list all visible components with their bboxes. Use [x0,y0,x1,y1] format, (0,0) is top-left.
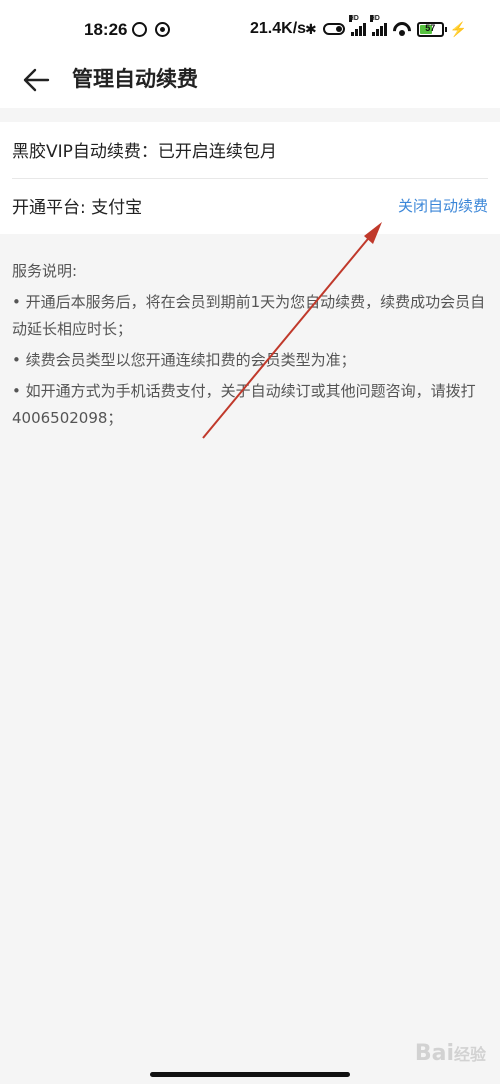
service-notes: 服务说明: • 开通后本服务后，将在会员到期前1天为您自动续费，续费成功会员自动… [12,258,490,436]
signal-strength-icon-2: HD [369,15,387,36]
notes-item: • 开通后本服务后，将在会员到期前1天为您自动续费，续费成功会员自动延长相应时长… [12,293,486,338]
close-auto-renew-link[interactable]: 关闭自动续费 [398,195,488,216]
home-indicator[interactable] [150,1072,350,1077]
back-arrow-icon[interactable] [20,64,52,96]
subscription-card: 黑胶VIP自动续费：已开启连续包月 开通平台: 支付宝 关闭自动续费 [0,122,500,234]
battery-icon: 57 [416,21,447,37]
signal-strength-icon: HD [348,15,366,36]
watermark-logo: Bai经验 [414,1041,486,1066]
header: 管理自动续费 [0,58,500,108]
wifi-icon [393,22,411,36]
bluetooth-icon: ✱ [305,20,317,37]
vibrate-toggle-icon [322,23,345,35]
status-icons: ✱ HD HD 57 ⚡ [305,15,468,40]
hd-label-2: HD [369,15,380,22]
status-bar: 18:26 21.4K/s ✱ HD HD 57 ⚡ [0,0,500,58]
platform-text: 开通平台: 支付宝 [12,198,143,218]
notes-heading: 服务说明: [12,262,78,280]
vip-status-row: 黑胶VIP自动续费：已开启连续包月 [12,122,488,179]
network-speed: 21.4K/s [250,20,307,37]
notification-app-icon [132,22,147,37]
charging-icon: ⚡ [449,20,468,37]
hd-label: HD [348,15,359,22]
notes-item: • 如开通方式为手机话费支付，关于自动续订或其他问题咨询，请拨打40065020… [12,382,476,427]
page-title: 管理自动续费 [72,67,198,91]
vip-status-text: 黑胶VIP自动续费：已开启连续包月 [12,142,277,162]
platform-row: 开通平台: 支付宝 关闭自动续费 [12,178,488,234]
status-time: 18:26 [84,20,128,39]
battery-level: 57 [425,22,436,33]
notification-app-icon-2 [155,22,170,37]
notes-item: • 续费会员类型以您开通连续扣费的会员类型为准； [12,351,356,369]
